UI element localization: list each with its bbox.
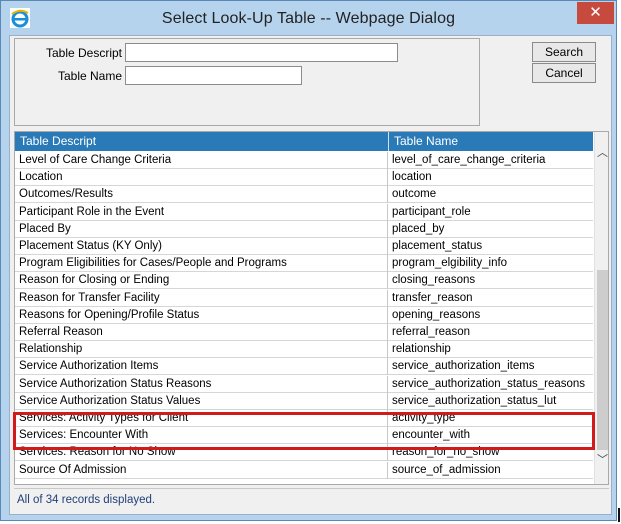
grid-body: Level of Care Change Criteria level_of_ca… <box>15 151 593 484</box>
table-row[interactable]: Referral Reason referral_reason <box>15 324 593 341</box>
cell-table-name: placed_by <box>392 222 445 235</box>
filter-panel: Table Descript Table Name <box>14 38 480 126</box>
cell-table-name: relationship <box>392 343 451 356</box>
cell-table-descript: Service Authorization Status Reasons <box>15 375 388 393</box>
cell-table-descript: Reason for Transfer Facility <box>15 289 388 307</box>
table-row[interactable]: Service Authorization Items service_autho… <box>15 358 593 376</box>
table-row[interactable]: Participant Role in the Event participant… <box>15 203 593 221</box>
table-row[interactable]: Reasons for Opening/Profile Status openin… <box>15 306 593 324</box>
table-row[interactable]: Program Eligibilities for Cases/People a… <box>15 255 593 273</box>
cell-table-descript: Program Eligibilities for Cases/People a… <box>15 255 388 273</box>
cell-table-name: placement_status <box>392 240 483 252</box>
table-row[interactable]: Services: Encounter With encounter_with <box>15 427 593 445</box>
cell-table-descript: Placed By <box>15 220 388 238</box>
table-row[interactable]: Relationship relationship <box>15 341 593 359</box>
cell-table-name: service_authorization_status_lut <box>392 394 557 407</box>
dialog-content: Table Descript Table Name Search Cancel … <box>9 35 612 515</box>
cell-table-name: opening_reasons <box>392 308 481 321</box>
cell-table-name: reason_for_no_show <box>392 446 500 459</box>
window-title: Select Look-Up Table -- Webpage Dialog <box>161 10 456 27</box>
cell-table-descript: Service Authorization Items <box>15 358 388 376</box>
scroll-up-icon[interactable]: ︿ <box>595 145 608 160</box>
close-button[interactable]: ✕ <box>577 2 614 24</box>
scroll-thumb[interactable] <box>597 270 608 450</box>
cell-table-name: encounter_with <box>392 429 470 442</box>
scroll-down-icon[interactable]: ﹀ <box>595 452 608 467</box>
cell-table-name: activity_type <box>392 412 456 424</box>
cell-table-descript: Level of Care Change Criteria <box>15 152 388 169</box>
vertical-scrollbar[interactable]: ︿ ﹀ <box>594 132 608 484</box>
status-bar: All of 34 records displayed. <box>14 488 609 510</box>
table-row[interactable]: Placement Status (KY Only) placement_stat… <box>15 238 593 255</box>
cell-table-descript: Services: Activity Types for Client <box>15 410 388 427</box>
table-row[interactable]: Service Authorization Status Values servi… <box>15 392 593 410</box>
cell-table-descript: Services: Reason for No Show <box>15 444 388 462</box>
table-row[interactable]: Services: Reason for No Show reason_for_n… <box>15 444 593 462</box>
cell-table-name: closing_reasons <box>392 274 476 287</box>
column-header-table-name[interactable]: Table Name <box>389 132 593 151</box>
table-descript-label: Table Descript <box>45 46 122 60</box>
column-header-table-descript[interactable]: Table Descript <box>15 132 389 151</box>
cancel-button[interactable]: Cancel <box>532 63 596 83</box>
cell-table-name: transfer_reason <box>392 291 473 304</box>
lookup-table-grid: Table Descript Table Name Level of Care … <box>14 131 609 485</box>
search-button[interactable]: Search <box>532 42 596 62</box>
table-descript-input[interactable] <box>125 43 398 62</box>
cell-table-name: source_of_admission <box>392 463 501 476</box>
cell-table-name: location <box>392 171 432 184</box>
cell-table-descript: Location <box>15 169 388 187</box>
cell-table-name: level_of_care_change_criteria <box>392 154 546 166</box>
cell-table-descript: Outcomes/Results <box>15 186 388 204</box>
table-row[interactable]: Location location <box>15 169 593 187</box>
cell-table-descript: Placement Status (KY Only) <box>15 238 388 255</box>
cell-table-name: referral_reason <box>392 326 470 338</box>
table-name-label: Table Name <box>57 69 122 83</box>
table-row[interactable]: Service Authorization Status Reasons serv… <box>15 375 593 393</box>
table-row[interactable]: Reason for Closing or Ending closing_reas… <box>15 272 593 290</box>
cell-table-name: outcome <box>392 188 437 201</box>
table-row[interactable]: Source Of Admission source_of_admission <box>15 461 593 479</box>
cell-table-descript: Referral Reason <box>15 324 388 341</box>
table-row[interactable]: Placed By placed_by <box>15 220 593 238</box>
cell-table-descript: Participant Role in the Event <box>15 203 388 221</box>
table-name-input[interactable] <box>125 66 302 85</box>
title-bar[interactable]: Select Look-Up Table -- Webpage Dialog ✕ <box>1 1 616 35</box>
cell-table-name: participant_role <box>392 205 471 218</box>
table-row[interactable]: Reason for Transfer Facility transfer_rea… <box>15 289 593 307</box>
cell-table-name: service_authorization_status_reasons <box>392 377 586 390</box>
text-cursor <box>618 508 620 522</box>
table-row[interactable]: Services: Activity Types for Client activ… <box>15 410 593 427</box>
dialog-window: Select Look-Up Table -- Webpage Dialog ✕… <box>0 0 617 521</box>
table-row[interactable]: Level of Care Change Criteria level_of_ca… <box>15 152 593 169</box>
cell-table-descript: Reasons for Opening/Profile Status <box>15 306 388 324</box>
cell-table-name: service_authorization_items <box>392 360 535 373</box>
cell-table-name: program_elgibility_info <box>392 257 508 270</box>
cell-table-descript: Relationship <box>15 341 388 359</box>
cell-table-descript: Source Of Admission <box>15 461 388 479</box>
cell-table-descript: Reason for Closing or Ending <box>15 272 388 290</box>
grid-header: Table Descript Table Name <box>15 132 593 151</box>
table-row[interactable]: Outcomes/Results outcome <box>15 186 593 204</box>
cell-table-descript: Services: Encounter With <box>15 427 388 445</box>
cell-table-descript: Service Authorization Status Values <box>15 392 388 410</box>
